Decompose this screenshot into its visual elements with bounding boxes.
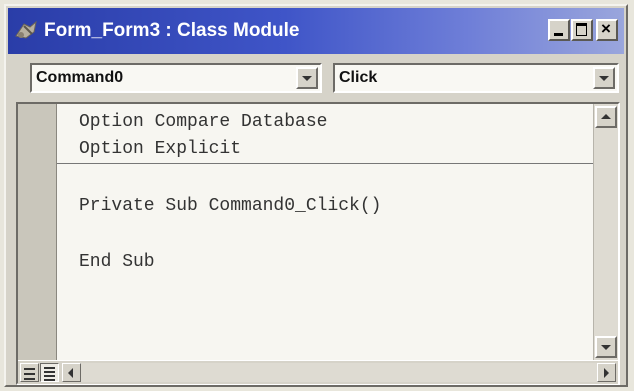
code-line[interactable]: Option Compare Database <box>79 112 327 132</box>
class-module-window: Form_Form3 : Class Module × Command0 Cli… <box>4 4 628 387</box>
procedure-view-button[interactable] <box>20 363 39 382</box>
chevron-down-icon[interactable] <box>593 67 615 89</box>
code-area[interactable]: Option Compare Database Option Explicit … <box>57 104 594 360</box>
close-icon: × <box>601 19 611 38</box>
close-button[interactable]: × <box>596 19 618 41</box>
margin-indicator-bar[interactable] <box>18 104 57 360</box>
title-bar[interactable]: Form_Form3 : Class Module × <box>8 8 624 54</box>
object-dropdown[interactable]: Command0 <box>30 63 322 93</box>
procedure-separator <box>57 163 594 164</box>
scroll-right-icon[interactable] <box>597 363 616 382</box>
procedure-dropdown-value: Click <box>339 69 378 86</box>
chevron-down-icon[interactable] <box>296 67 318 89</box>
horizontal-scrollbar[interactable] <box>62 363 616 382</box>
minimize-button[interactable] <box>548 19 570 41</box>
vertical-scrollbar[interactable] <box>593 104 618 360</box>
procedure-dropdown[interactable]: Click <box>333 63 619 93</box>
editor-bottom-bar <box>18 360 618 384</box>
module-icon <box>15 20 37 39</box>
code-line[interactable]: End Sub <box>79 252 155 272</box>
code-editor[interactable]: Option Compare Database Option Explicit … <box>16 102 620 385</box>
scroll-down-icon[interactable] <box>595 336 617 358</box>
maximize-button[interactable] <box>571 19 593 41</box>
object-dropdown-value: Command0 <box>36 69 124 86</box>
full-module-view-button[interactable] <box>40 363 59 382</box>
window-title: Form_Form3 : Class Module <box>44 20 300 41</box>
code-line[interactable]: Option Explicit <box>79 139 241 159</box>
scroll-left-icon[interactable] <box>62 363 81 382</box>
code-line[interactable]: Private Sub Command0_Click() <box>79 196 381 216</box>
scroll-up-icon[interactable] <box>595 106 617 128</box>
